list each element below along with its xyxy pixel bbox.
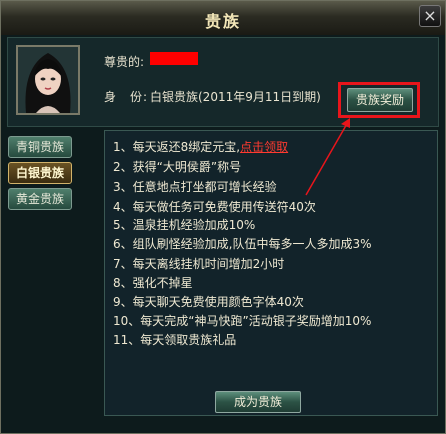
rule-item: 1、每天返还8绑定元宝,点击领取 — [113, 138, 288, 155]
rule-item: 4、每天做任务可免费使用传送符40次 — [113, 200, 316, 214]
rule-item: 6、组队刷怪经验加成,队伍中每多一人多加成3% — [113, 237, 372, 251]
noble-reward-button[interactable]: 贵族奖励 — [347, 88, 413, 112]
status-label: 身 份: — [104, 90, 149, 104]
rule-item: 8、强化不掉星 — [113, 276, 193, 290]
claim-link[interactable]: 点击领取 — [240, 140, 288, 154]
close-button[interactable]: × — [419, 5, 441, 27]
rule-item: 2、获得“大明侯爵”称号 — [113, 160, 242, 174]
rule-item: 9、每天聊天免费使用颜色字体40次 — [113, 295, 304, 309]
tab-bronze-noble[interactable]: 青铜贵族 — [8, 136, 72, 158]
rule-item: 3、任意地点打坐都可增长经验 — [113, 180, 277, 194]
title-bar[interactable]: 贵族 × — [1, 1, 445, 35]
window-title: 贵族 — [204, 12, 241, 31]
rule-item: 11、每天领取贵族礼品 — [113, 333, 237, 347]
avatar — [16, 45, 80, 115]
name-label: 尊贵的: — [104, 55, 145, 69]
rule-item: 5、温泉挂机经验加成10% — [113, 218, 256, 232]
tab-gold-noble[interactable]: 黄金贵族 — [8, 188, 72, 210]
become-noble-button[interactable]: 成为贵族 — [215, 391, 301, 413]
rule-text: 1、每天返还8绑定元宝, — [113, 140, 241, 154]
tab-silver-noble[interactable]: 白银贵族 — [8, 162, 72, 184]
rule-item: 10、每天完成“神马快跑”活动银子奖励增加10% — [113, 314, 372, 328]
name-value-redacted — [150, 52, 198, 65]
rule-item: 7、每天离线挂机时间增加2小时 — [113, 257, 285, 271]
avatar-portrait-icon — [18, 47, 78, 113]
status-value: 白银贵族(2011年9月11日到期) — [150, 90, 321, 104]
